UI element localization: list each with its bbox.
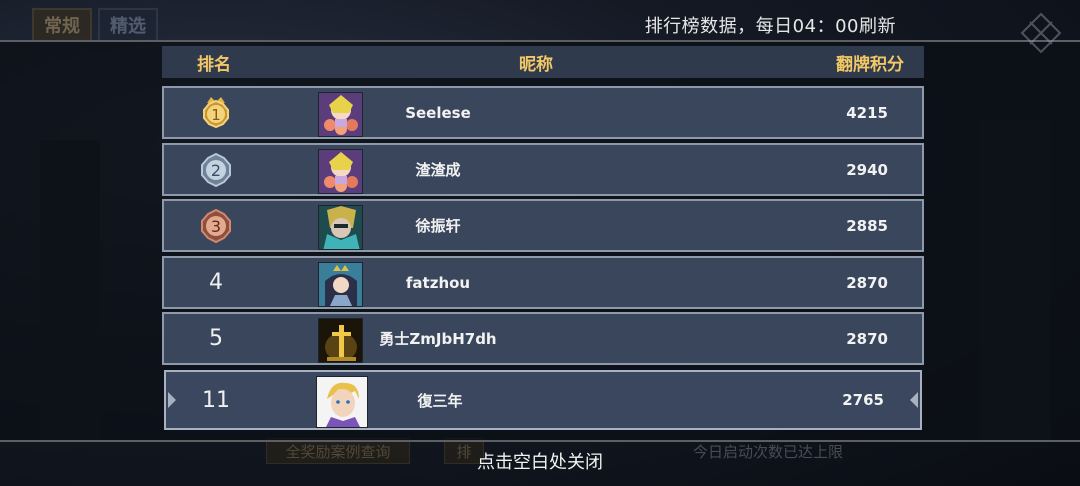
leaderboard-row[interactable]: 2 渣渣成 2940 (162, 143, 924, 196)
background-tab-regular: 常规 (32, 8, 92, 42)
avatar[interactable] (318, 318, 363, 363)
rank-2-silver-badge-icon: 2 (184, 145, 248, 194)
svg-text:2: 2 (211, 161, 221, 180)
leaderboard-header: 排名 昵称 翻牌积分 (162, 46, 924, 78)
player-score: 4215 (846, 103, 888, 122)
corner-ornament-icon (1020, 12, 1062, 54)
background-tabs: 常规 精选 (32, 8, 158, 42)
player-nickname: 勇士ZmJbH7dh (379, 330, 497, 348)
rank-3-bronze-badge-icon: 3 (184, 201, 248, 250)
my-rank-number: 11 (202, 387, 230, 413)
avatar[interactable] (318, 149, 363, 194)
my-nickname: 復三年 (417, 391, 463, 410)
rank-1-gold-badge-icon: 1 (184, 88, 248, 137)
leaderboard-row[interactable]: 3 徐振轩 2885 (162, 199, 924, 252)
player-score: 2940 (846, 160, 888, 179)
player-nickname: 徐振轩 (415, 217, 461, 235)
highlight-right-arrow-icon (910, 392, 918, 408)
svg-text:1: 1 (211, 106, 221, 124)
rank-number: 5 (209, 326, 223, 351)
rank-number: 4 (209, 270, 223, 295)
player-score: 2885 (846, 216, 888, 235)
player-score: 2870 (846, 273, 888, 292)
my-score: 2765 (842, 391, 884, 409)
my-avatar[interactable] (316, 376, 368, 428)
header-rank: 排名 (197, 54, 231, 75)
highlight-left-arrow-icon (168, 392, 176, 408)
my-rank-row[interactable]: 11 復三年 2765 (164, 370, 922, 430)
player-score: 2870 (846, 329, 888, 348)
player-nickname: 渣渣成 (415, 161, 461, 179)
player-nickname: fatzhou (405, 273, 471, 292)
player-nickname: Seelese (405, 103, 471, 122)
leaderboard-panel: 排名 昵称 翻牌积分 1 Seelese 4215 2 渣渣成 2940 3 徐… (162, 46, 924, 430)
avatar[interactable] (318, 262, 363, 307)
avatar[interactable] (318, 92, 363, 137)
avatar[interactable] (318, 205, 363, 250)
leaderboard-row[interactable]: 5 勇士ZmJbH7dh 2870 (162, 312, 924, 365)
svg-text:3: 3 (211, 217, 221, 236)
tap-blank-to-close-hint[interactable]: 点击空白处关闭 (0, 448, 1080, 474)
refresh-notice: 排行榜数据，每日04：00刷新 (644, 16, 896, 37)
header-nickname: 昵称 (519, 54, 553, 75)
leaderboard-row[interactable]: 1 Seelese 4215 (162, 86, 924, 139)
leaderboard-row[interactable]: 4 fatzhou 2870 (162, 256, 924, 309)
background-tab-featured: 精选 (98, 8, 158, 42)
header-score: 翻牌积分 (836, 54, 904, 75)
